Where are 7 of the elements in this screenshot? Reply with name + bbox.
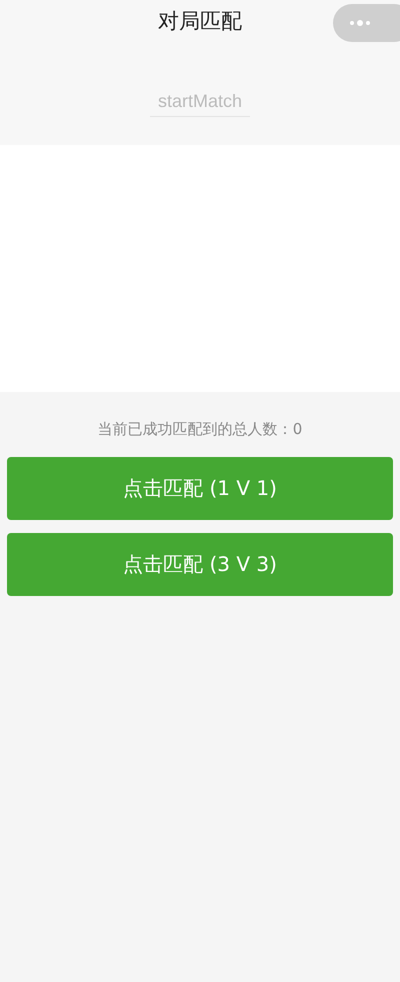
window-title: 对局匹配 — [158, 8, 242, 35]
match-button[interactable]: 点击匹配 (3 V 3) — [7, 532, 393, 596]
match-count-text: 当前已成功匹配到的总人数：0 — [96, 419, 304, 440]
input-field[interactable]: startMatch — [150, 87, 250, 117]
more-icon — [349, 20, 371, 26]
match-button[interactable]: 点击匹配 (1 V 1) — [7, 456, 393, 520]
capsule-menu-button[interactable] — [333, 4, 400, 42]
